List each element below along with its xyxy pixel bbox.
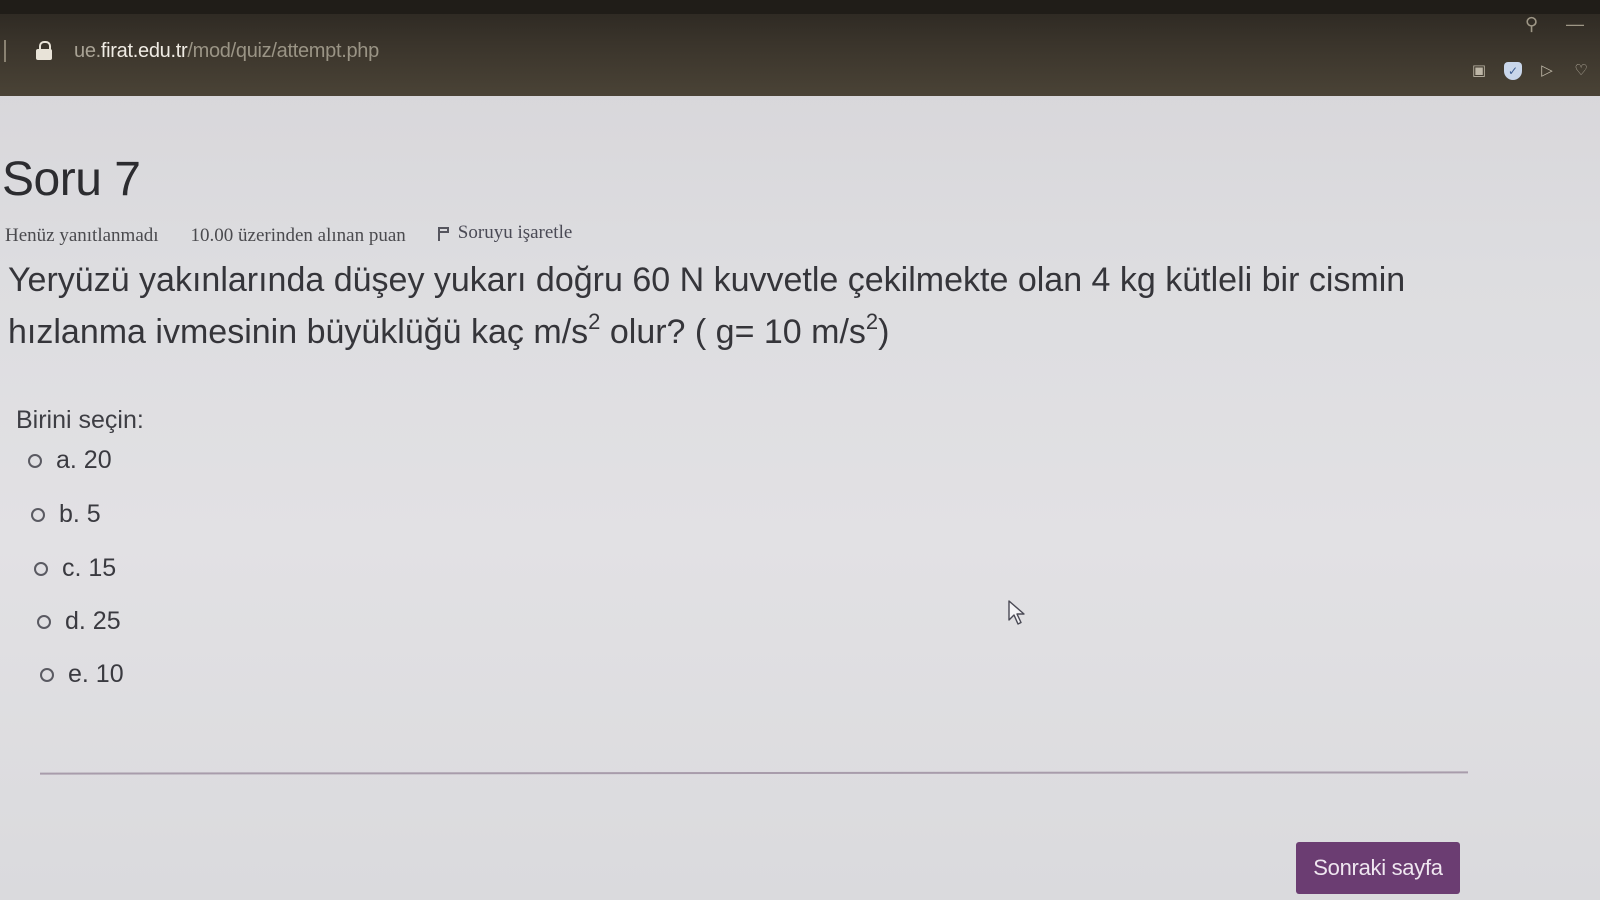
url-path: /mod/quiz/attempt.php [187, 39, 379, 62]
url-prefix: ue. [74, 39, 101, 62]
answer-option-e[interactable]: e. 10 [40, 660, 124, 689]
search-icon[interactable]: ⚲ [1525, 14, 1538, 35]
radio-button-c[interactable] [34, 561, 48, 576]
answer-label-c: c. 15 [62, 554, 117, 582]
question-title: Soru 7 [2, 153, 141, 206]
quiz-page: Soru 7 Henüz yanıtlanmadı 10.00 üzerinde… [0, 96, 1600, 900]
question-state: Henüz yanıtlanmadı [5, 225, 159, 246]
browser-toolbar: ue.firat.edu.tr/mod/quiz/attempt.php ⚲ —… [0, 0, 1600, 96]
answer-label-d: d. 25 [65, 607, 121, 635]
shield-icon[interactable]: ✓ [1504, 62, 1522, 80]
minimize-icon[interactable]: — [1566, 14, 1584, 35]
mouse-cursor-icon [1008, 600, 1025, 625]
question-text-part3: ) [878, 313, 890, 351]
tab-strip [0, 0, 1600, 14]
radio-button-d[interactable] [37, 614, 51, 629]
answer-option-c[interactable]: c. 15 [34, 554, 116, 583]
send-icon[interactable]: ▷ [1538, 62, 1556, 80]
answer-option-a[interactable]: a. 20 [28, 446, 112, 475]
answer-label-a: a. 20 [56, 446, 112, 474]
browser-action-icons: ▣ ✓ ▷ ♡ [1470, 62, 1590, 80]
flag-icon [437, 225, 450, 241]
heart-icon[interactable]: ♡ [1572, 62, 1590, 80]
answer-label-e: e. 10 [68, 660, 124, 688]
section-divider [39, 771, 1469, 775]
toolbar-divider [4, 40, 6, 62]
url-host: firat.edu.tr [100, 39, 188, 62]
answer-option-d[interactable]: d. 25 [37, 607, 121, 636]
camera-icon[interactable]: ▣ [1470, 62, 1488, 80]
question-text: Yeryüzü yakınlarında düşey yukarı doğru … [8, 254, 1478, 358]
url-text[interactable]: ue.firat.edu.tr/mod/quiz/attempt.php [74, 40, 379, 63]
question-grade: 10.00 üzerinden alınan puan [190, 225, 406, 246]
radio-button-a[interactable] [28, 453, 42, 468]
radio-button-b[interactable] [31, 507, 45, 522]
answer-prompt: Birini seçin: [16, 406, 144, 434]
answer-option-b[interactable]: b. 5 [31, 500, 101, 529]
radio-button-e[interactable] [40, 667, 54, 682]
address-bar[interactable]: ue.firat.edu.tr/mod/quiz/attempt.php [0, 34, 379, 68]
question-text-part2: olur? ( g= 10 m/s [600, 313, 866, 351]
next-page-button[interactable]: Sonraki sayfa [1296, 842, 1460, 894]
window-controls: ⚲ — [1525, 14, 1584, 35]
lock-icon[interactable] [36, 41, 52, 61]
exponent-2: 2 [865, 309, 879, 334]
flag-question-label: Soruyu işaretle [457, 222, 573, 243]
answer-label-b: b. 5 [59, 500, 101, 528]
exponent-1: 2 [588, 309, 601, 334]
question-info: Henüz yanıtlanmadı 10.00 üzerinden alına… [5, 222, 572, 247]
flag-question-link[interactable]: Soruyu işaretle [437, 222, 573, 244]
